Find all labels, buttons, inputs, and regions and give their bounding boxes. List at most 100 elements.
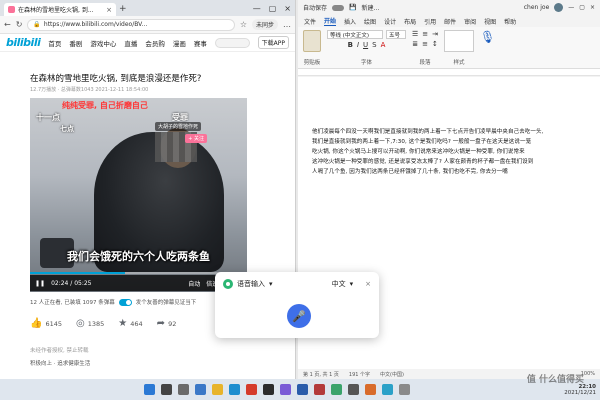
document-text[interactable]: 他们凌晨每个四没一天啊我们是直接就到我的两上着一下七点开告们凌早晨中央自己去吃一… [312,127,592,177]
like-button[interactable]: 👍 6145 [30,318,62,329]
tab-help[interactable]: 帮助 [504,17,516,26]
pause-icon[interactable]: ❚❚ [35,280,45,287]
nav-item[interactable]: 会员购 [145,38,165,48]
nav-item[interactable]: 番剧 [69,38,82,48]
tab-design[interactable]: 设计 [384,17,396,26]
bilibili-logo[interactable]: bilibili [6,36,41,49]
app-icon[interactable] [280,384,291,395]
close-window-icon[interactable]: × [590,4,595,11]
minimize-icon[interactable]: — [568,4,574,11]
tab-draw[interactable]: 绘图 [364,17,376,26]
autosave-toggle[interactable] [332,4,345,11]
close-window-icon[interactable]: × [284,4,291,13]
nav-item[interactable]: 漫画 [173,38,186,48]
tab-review[interactable]: 审阅 [464,17,476,26]
save-icon[interactable]: 💾 [349,4,356,11]
url-field[interactable]: 🔒 https://www.bilibili.com/video/BV... [27,18,235,31]
tab-mailings[interactable]: 邮件 [444,17,456,26]
app-icon[interactable] [331,384,342,395]
tab-file[interactable]: 文件 [304,17,316,26]
copyright-notice: 未经作者授权, 禁止转载 [30,348,89,354]
align-center-icon[interactable]: ≡ [422,40,428,48]
avatar[interactable] [554,3,564,12]
tab-home[interactable]: 开始 [324,16,337,26]
widgets-icon[interactable] [195,384,206,395]
refresh-icon[interactable]: ↻ [16,20,23,29]
language-select[interactable]: 中文 [332,279,346,289]
watermark: 值 什么值得买 [526,375,584,385]
favorites-icon[interactable]: ☆ [240,20,247,29]
system-tray[interactable]: 22:10 2021/12/21 [564,384,596,396]
underline-button[interactable]: U [363,41,368,49]
coin-button[interactable]: ◎ 1385 [76,318,104,329]
strikethrough-button[interactable]: S [372,41,376,49]
indent-icon[interactable]: ⇥ [432,30,438,38]
video-title: 在森林的雪地里吃火锅, 到底是浪漫还是作死? [30,74,202,84]
tab-view[interactable]: 视图 [484,17,496,26]
nav-item[interactable]: 直播 [124,38,137,48]
paste-button[interactable] [303,30,321,52]
edge-icon[interactable] [229,384,240,395]
nav-item[interactable]: 游戏中心 [90,38,116,48]
more-icon[interactable]: … [283,20,291,29]
bullets-icon[interactable]: ☰ [412,30,418,38]
chevron-down-icon[interactable]: ▾ [269,280,273,288]
sync-button[interactable]: 未同步 [251,19,278,30]
language[interactable]: 中文(中国) [380,371,404,378]
follow-button[interactable]: + 关注 [185,134,207,143]
taskbar: 22:10 2021/12/21 [0,379,600,400]
video-actions: 👍 6145 ◎ 1385 ★ 464 ➦ 92 [30,318,176,329]
browser-tab[interactable]: 在森林的雪地里吃火锅, 到... × [4,3,116,16]
danmaku-input[interactable]: 发个友善的弹幕见证当下 [136,298,197,306]
bold-button[interactable]: B [348,41,353,49]
maximize-icon[interactable]: ▢ [269,4,277,13]
nav-item[interactable]: 赛事 [194,38,207,48]
microphone-button[interactable]: 🎤 [287,304,311,328]
new-tab-icon[interactable]: + [119,4,127,14]
dictate-mic-icon[interactable]: 🎙 [480,30,495,44]
start-icon[interactable] [144,384,155,395]
app-icon[interactable] [382,384,393,395]
maximize-icon[interactable]: ▢ [579,4,585,11]
close-icon[interactable]: × [365,280,371,288]
share-button[interactable]: ➦ 92 [157,318,177,329]
tab-insert[interactable]: 插入 [344,17,356,26]
app-icon[interactable] [314,384,325,395]
close-tab-icon[interactable]: × [106,6,112,14]
danmaku-toggle[interactable] [118,298,132,306]
voice-input-header: 语音输入 ▾ 中文 ▾ × [215,272,379,289]
word-icon[interactable] [297,384,308,395]
download-app-button[interactable]: 下载APP [257,36,289,49]
app-icon[interactable] [263,384,274,395]
app-icon[interactable] [399,384,410,395]
search-icon[interactable] [161,384,172,395]
italic-button[interactable]: I [357,41,359,49]
favorite-button[interactable]: ★ 464 [118,318,142,329]
font-name-select[interactable]: 等线 (中文正文) [327,30,383,39]
nav-item[interactable]: 首页 [48,38,61,48]
task-view-icon[interactable] [178,384,189,395]
line-spacing-icon[interactable]: ↕ [432,40,438,48]
file-explorer-icon[interactable] [212,384,223,395]
word-titlebar: 自动保存 💾 新建... chen joe — ▢ × [298,0,600,15]
font-size-select[interactable]: 五号 [386,30,406,39]
minimize-icon[interactable]: — [253,4,261,13]
video-player[interactable]: 纯纯受罪, 自己折磨自己 十一点 七点 受罪 大胡子的雪地作死 + 关注 我们会… [30,98,247,292]
coin-count: 1385 [87,319,105,328]
styles-gallery[interactable] [444,30,475,52]
search-input[interactable] [214,37,250,48]
align-left-icon[interactable]: ≣ [412,40,418,48]
app-icon[interactable] [365,384,376,395]
auto-quality-button[interactable]: 自动 [188,279,200,288]
numbering-icon[interactable]: ≡ [422,30,428,38]
tab-references[interactable]: 引用 [424,17,436,26]
tab-layout[interactable]: 布局 [404,17,416,26]
video-tag-left: 十一点 [36,113,60,122]
back-icon[interactable]: ← [4,20,11,29]
like-count: 6145 [45,319,62,328]
font-color-button[interactable]: A [381,41,386,49]
chevron-down-icon[interactable]: ▾ [350,280,354,288]
app-icon[interactable] [246,384,257,395]
share-icon: ➦ [156,318,166,329]
app-icon[interactable] [348,384,359,395]
